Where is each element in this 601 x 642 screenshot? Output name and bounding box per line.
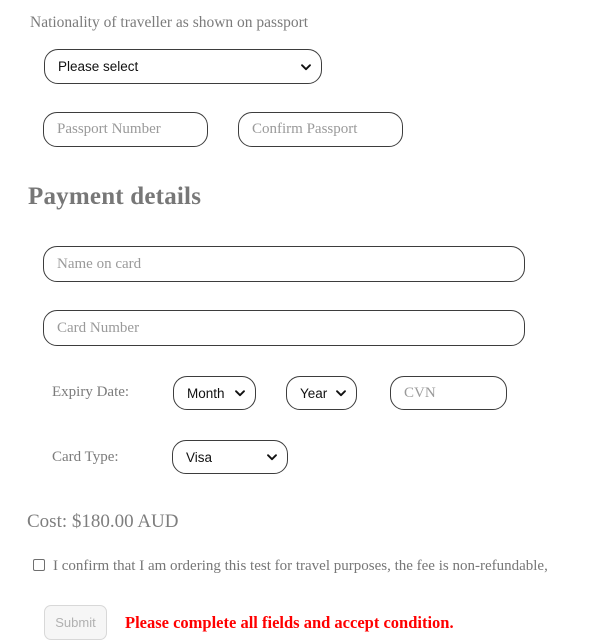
consent-checkbox[interactable] bbox=[33, 559, 45, 571]
chevron-down-icon bbox=[300, 61, 312, 73]
card-type-value: Visa bbox=[186, 449, 213, 465]
card-type-select[interactable]: Visa bbox=[172, 440, 288, 474]
submit-button[interactable]: Submit bbox=[44, 605, 107, 640]
nationality-select-value: Please select bbox=[58, 59, 139, 74]
submit-row: Submit Please complete all fields and ac… bbox=[44, 605, 454, 640]
cvn-input[interactable] bbox=[390, 376, 507, 410]
expiry-year-value: Year bbox=[300, 385, 328, 401]
chevron-down-icon bbox=[234, 387, 246, 399]
booking-form-page: Nationality of traveller as shown on pas… bbox=[0, 0, 601, 642]
expiry-date-label: Expiry Date: bbox=[52, 384, 130, 400]
card-number-input[interactable] bbox=[43, 310, 525, 346]
expiry-month-select[interactable]: Month bbox=[173, 376, 256, 410]
consent-label[interactable]: I confirm that I am ordering this test f… bbox=[53, 556, 548, 576]
passport-number-input[interactable] bbox=[43, 112, 208, 147]
nationality-select[interactable]: Please select bbox=[44, 49, 322, 84]
expiry-month-value: Month bbox=[187, 385, 225, 401]
card-type-label: Card Type: bbox=[52, 449, 119, 465]
chevron-down-icon bbox=[335, 387, 347, 399]
consent-row: I confirm that I am ordering this test f… bbox=[33, 556, 601, 576]
confirm-passport-input[interactable] bbox=[238, 112, 403, 147]
form-error-message: Please complete all fields and accept co… bbox=[125, 612, 454, 632]
name-on-card-input[interactable] bbox=[43, 246, 525, 282]
expiry-year-select[interactable]: Year bbox=[286, 376, 357, 410]
payment-details-heading: Payment details bbox=[28, 183, 202, 210]
chevron-down-icon bbox=[266, 451, 278, 463]
nationality-label: Nationality of traveller as shown on pas… bbox=[30, 14, 309, 31]
cost-text: Cost: $180.00 AUD bbox=[27, 511, 179, 532]
